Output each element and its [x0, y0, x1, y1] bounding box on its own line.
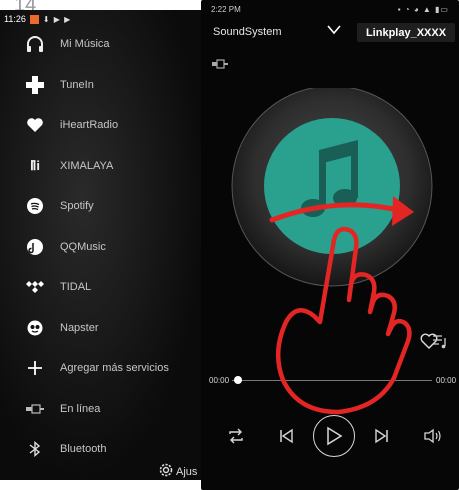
service-label: En línea — [60, 402, 101, 415]
status-time: 2:22 PM — [211, 5, 241, 14]
settings-label: Ajus — [176, 465, 198, 478]
repeat-icon[interactable] — [227, 428, 245, 444]
services-screen: 11:26 ⬇ ▶ ▶ Mi Música TuneIn iHeartRadio… — [0, 10, 205, 480]
headphones-icon — [21, 35, 49, 53]
gear-icon — [158, 462, 174, 480]
tidal-icon — [21, 278, 49, 296]
play-button[interactable] — [313, 415, 355, 457]
previous-track-icon[interactable] — [278, 428, 294, 444]
speaker-title: SoundSystem — [213, 26, 282, 38]
next-track-icon[interactable] — [374, 428, 390, 444]
line-in-icon — [21, 400, 49, 418]
album-art — [217, 85, 447, 318]
volume-icon[interactable] — [424, 428, 442, 444]
napster-icon — [21, 319, 49, 337]
service-label: Mi Música — [60, 38, 110, 51]
tunein-icon — [21, 75, 49, 94]
service-item-spotify[interactable]: Spotify — [0, 186, 205, 227]
service-item-tunein[interactable]: TuneIn — [0, 65, 205, 106]
service-item-ximalaya[interactable]: Ⅱ̄i XIMALAYA — [0, 146, 205, 187]
service-item-tidal[interactable]: TIDAL — [0, 267, 205, 308]
line-in-icon — [212, 56, 228, 69]
service-label: QQMusic — [60, 240, 106, 253]
notification-icons: ⬇ ▶ ▶ — [42, 14, 72, 24]
service-list: Mi Música TuneIn iHeartRadio Ⅱ̄i XIMALAY… — [0, 30, 205, 470]
ximalaya-icon: Ⅱ̄i — [29, 157, 40, 173]
service-item-line-in[interactable]: En línea — [0, 389, 205, 430]
qqmusic-icon — [21, 238, 49, 256]
service-label: Agregar más servicios — [60, 362, 169, 375]
elapsed-time: 00:00 — [209, 376, 230, 385]
service-label: Spotify — [60, 200, 94, 213]
status-time: 11:26 — [4, 14, 26, 24]
service-label: iHeartRadio — [60, 119, 119, 132]
service-label: TuneIn — [60, 78, 94, 91]
plus-icon — [21, 359, 49, 377]
playlist-queue-icon[interactable] — [432, 334, 448, 349]
spotify-icon — [21, 197, 49, 215]
total-time: 00:00 — [436, 376, 457, 385]
bluetooth-icon — [21, 440, 49, 458]
service-item-add-services[interactable]: Agregar más servicios — [0, 348, 205, 389]
settings-button[interactable]: Ajus — [158, 462, 197, 480]
status-icons: ▪ ◔ ◕ ▲ ▮▭ — [397, 5, 449, 14]
service-label: Napster — [60, 321, 99, 334]
progress-bar[interactable] — [232, 380, 432, 381]
service-label: TIDAL — [60, 281, 92, 294]
service-item-mi-musica[interactable]: Mi Música — [0, 24, 205, 65]
iheartradio-icon — [21, 116, 49, 134]
service-item-napster[interactable]: Napster — [0, 308, 205, 349]
notification-icon — [29, 14, 39, 24]
service-item-qqmusic[interactable]: QQMusic — [0, 227, 205, 268]
service-item-iheartradio[interactable]: iHeartRadio — [0, 105, 205, 146]
service-label: Bluetooth — [60, 443, 107, 456]
device-name-button[interactable]: Linkplay_XXXX — [357, 23, 455, 42]
progress-thumb[interactable] — [234, 376, 242, 384]
service-label: XIMALAYA — [60, 159, 114, 172]
collapse-chevron-icon[interactable] — [325, 20, 343, 38]
